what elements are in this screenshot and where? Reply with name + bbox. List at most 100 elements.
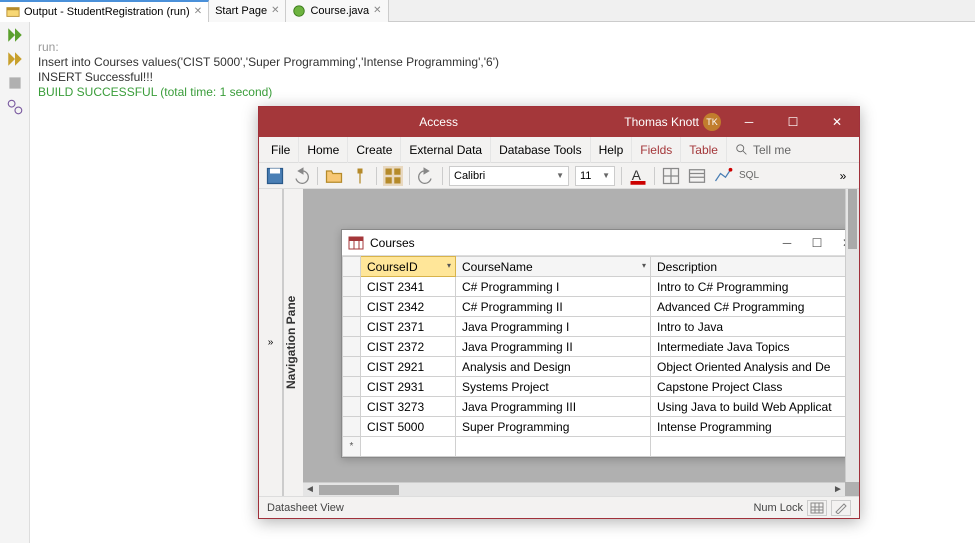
table-icon[interactable] [687, 166, 707, 186]
navigation-pane[interactable]: Navigation Pane [283, 189, 303, 496]
cell-description[interactable]: Intense Programming [651, 417, 860, 437]
design-view-icon[interactable] [831, 500, 851, 516]
tab-help[interactable]: Help [591, 137, 633, 163]
run-step-icon[interactable] [6, 50, 24, 68]
datasheet-view-icon[interactable] [807, 500, 827, 516]
font-combo[interactable]: Calibri ▼ [449, 166, 569, 186]
maximize-button[interactable]: ☐ [802, 236, 832, 250]
cell-coursename[interactable]: C# Programming II [456, 297, 651, 317]
filter-icon[interactable] [350, 166, 370, 186]
table-row[interactable]: CIST 2342C# Programming IIAdvanced C# Pr… [343, 297, 860, 317]
cell-courseid[interactable]: CIST 2342 [361, 297, 456, 317]
table-row[interactable]: CIST 2931Systems ProjectCapstone Project… [343, 377, 860, 397]
table-row[interactable]: CIST 2371Java Programming IIntro to Java [343, 317, 860, 337]
minimize-button[interactable]: ─ [772, 236, 802, 250]
cell-description[interactable]: Intro to Java [651, 317, 860, 337]
cell-courseid[interactable]: CIST 2921 [361, 357, 456, 377]
chart-icon[interactable] [713, 166, 733, 186]
row-selector[interactable] [343, 317, 361, 337]
chevron-down-icon[interactable]: ▾ [642, 261, 646, 270]
vertical-scrollbar[interactable] [845, 189, 859, 482]
settings-icon[interactable] [6, 98, 24, 116]
nav-collapse-button[interactable]: » [259, 189, 283, 496]
scroll-thumb[interactable] [319, 485, 399, 495]
tab-home[interactable]: Home [299, 137, 348, 163]
tab-start-page[interactable]: Start Page ✕ [209, 0, 286, 22]
tell-me-search[interactable]: Tell me [735, 143, 791, 157]
close-icon[interactable]: ✕ [373, 5, 381, 16]
access-title-bar[interactable]: Access Thomas Knott TK ─ ☐ ✕ [259, 107, 859, 137]
row-selector[interactable] [343, 397, 361, 417]
stop-icon[interactable] [6, 74, 24, 92]
maximize-button[interactable]: ☐ [771, 107, 815, 137]
cell-description[interactable]: Advanced C# Programming [651, 297, 860, 317]
scroll-thumb[interactable] [848, 189, 857, 249]
row-selector[interactable] [343, 337, 361, 357]
tab-course-java[interactable]: Course.java ✕ [286, 0, 388, 22]
tab-fields[interactable]: Fields [632, 137, 681, 163]
row-selector[interactable] [343, 297, 361, 317]
cell-description[interactable]: Object Oriented Analysis and De [651, 357, 860, 377]
redo-icon[interactable] [416, 166, 436, 186]
cell-coursename[interactable]: C# Programming I [456, 277, 651, 297]
chevron-down-icon[interactable]: ▾ [447, 261, 451, 270]
new-row-marker[interactable]: * [343, 437, 361, 457]
cell-description[interactable]: Using Java to build Web Applicat [651, 397, 860, 417]
folder-icon[interactable] [324, 166, 344, 186]
row-selector[interactable] [343, 277, 361, 297]
table-row[interactable]: CIST 3273Java Programming IIIUsing Java … [343, 397, 860, 417]
close-icon[interactable]: ✕ [271, 5, 279, 16]
row-selector[interactable] [343, 377, 361, 397]
courses-title-bar[interactable]: Courses ─ ☐ ✕ [342, 230, 859, 256]
cell-description[interactable]: Intro to C# Programming [651, 277, 860, 297]
cell-coursename[interactable]: Systems Project [456, 377, 651, 397]
grid-icon[interactable] [661, 166, 681, 186]
tab-create[interactable]: Create [348, 137, 401, 163]
tab-table[interactable]: Table [681, 137, 727, 163]
courses-grid[interactable]: CourseID▾ CourseName▾ Description CIST 2… [342, 256, 859, 457]
user-chip[interactable]: Thomas Knott TK [618, 113, 727, 131]
cell-description[interactable]: Capstone Project Class [651, 377, 860, 397]
row-selector[interactable] [343, 357, 361, 377]
cell-coursename[interactable]: Java Programming I [456, 317, 651, 337]
cell-courseid[interactable]: CIST 5000 [361, 417, 456, 437]
cell-courseid[interactable]: CIST 3273 [361, 397, 456, 417]
run-icon[interactable] [6, 26, 24, 44]
scroll-right-icon[interactable]: ► [831, 484, 845, 495]
cell-coursename[interactable]: Analysis and Design [456, 357, 651, 377]
cell-courseid[interactable] [361, 437, 456, 457]
table-row[interactable]: CIST 2341C# Programming IIntro to C# Pro… [343, 277, 860, 297]
cell-coursename[interactable]: Java Programming II [456, 337, 651, 357]
tab-output[interactable]: Output - StudentRegistration (run) ✕ [0, 0, 209, 22]
close-icon[interactable]: ✕ [194, 6, 202, 17]
undo-icon[interactable] [291, 166, 311, 186]
sql-button[interactable]: SQL [739, 166, 759, 186]
tab-file[interactable]: File [263, 137, 299, 163]
overflow-icon[interactable]: » [833, 166, 853, 186]
font-color-icon[interactable]: A [628, 166, 648, 186]
tab-external-data[interactable]: External Data [401, 137, 491, 163]
cell-courseid[interactable]: CIST 2341 [361, 277, 456, 297]
scroll-left-icon[interactable]: ◄ [303, 484, 317, 495]
horizontal-scrollbar[interactable]: ◄ ► [303, 482, 845, 496]
cell-coursename[interactable]: Java Programming III [456, 397, 651, 417]
cell-coursename[interactable]: Super Programming [456, 417, 651, 437]
column-header-courseid[interactable]: CourseID▾ [361, 257, 456, 277]
save-icon[interactable] [265, 166, 285, 186]
cell-description[interactable]: Intermediate Java Topics [651, 337, 860, 357]
table-row-new[interactable]: * [343, 437, 860, 457]
row-selector-header[interactable] [343, 257, 361, 277]
cell-coursename[interactable] [456, 437, 651, 457]
cell-description[interactable] [651, 437, 860, 457]
table-row[interactable]: CIST 2921Analysis and DesignObject Orien… [343, 357, 860, 377]
size-combo[interactable]: 11 ▼ [575, 166, 615, 186]
cell-courseid[interactable]: CIST 2372 [361, 337, 456, 357]
table-row[interactable]: CIST 5000Super ProgrammingIntense Progra… [343, 417, 860, 437]
column-header-coursename[interactable]: CourseName▾ [456, 257, 651, 277]
minimize-button[interactable]: ─ [727, 107, 771, 137]
row-selector[interactable] [343, 417, 361, 437]
tab-database-tools[interactable]: Database Tools [491, 137, 591, 163]
view-icon[interactable] [383, 166, 403, 186]
column-header-description[interactable]: Description [651, 257, 860, 277]
table-row[interactable]: CIST 2372Java Programming IIIntermediate… [343, 337, 860, 357]
